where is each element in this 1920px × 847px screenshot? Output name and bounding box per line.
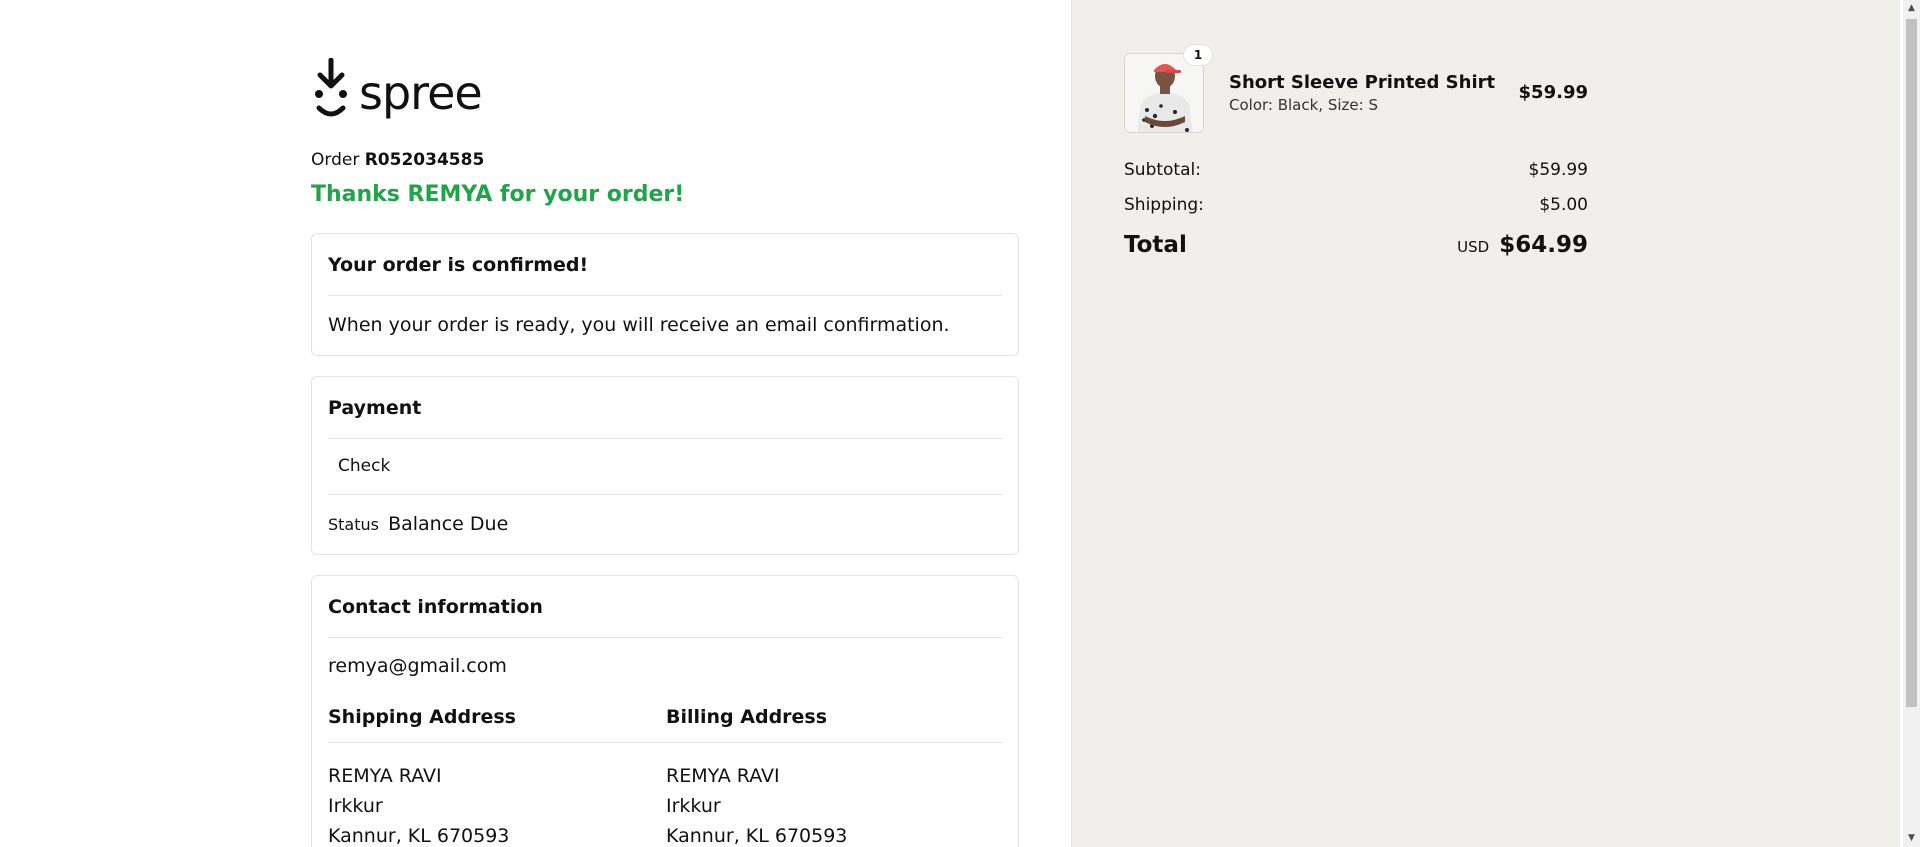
product-variant: Color: Black, Size: S (1229, 96, 1378, 114)
order-number: R052034585 (364, 150, 485, 170)
contact-email: remya@gmail.com (328, 655, 507, 677)
quantity-badge: 1 (1183, 44, 1213, 66)
total-currency: USD (1457, 238, 1490, 256)
order-prefix: Order (311, 150, 360, 170)
billing-address-title: Billing Address (666, 706, 828, 728)
checkout-main-panel: spree Order R052034585 Thanks REMYA for … (0, 0, 1071, 847)
product-price: $59.99 (1518, 82, 1588, 103)
confirmed-title: Your order is confirmed! (328, 254, 589, 276)
subtotal-label: Subtotal: (1124, 160, 1201, 180)
total-label: Total (1124, 232, 1187, 258)
divider (328, 438, 1002, 439)
product-name: Short Sleeve Printed Shirt (1229, 72, 1496, 93)
thank-you-heading: Thanks REMYA for your order! (311, 182, 685, 207)
divider (328, 494, 1002, 495)
shipping-label: Shipping: (1124, 195, 1204, 215)
total-row: Total USD $64.99 (1124, 232, 1588, 258)
divider (328, 295, 1002, 296)
billing-name: REMYA RAVI (666, 765, 780, 787)
divider (328, 742, 1002, 743)
payment-status-label: Status (328, 515, 379, 534)
billing-line: Irkkur (666, 795, 721, 817)
divider (328, 637, 1002, 638)
spree-logo[interactable]: spree (311, 58, 483, 122)
payment-status-value: Balance Due (388, 513, 509, 535)
scroll-down-arrow-icon[interactable]: ▼ (1903, 830, 1920, 847)
shipping-city: Kannur, KL 670593 (328, 825, 510, 847)
billing-city: Kannur, KL 670593 (666, 825, 848, 847)
spree-logo-icon (315, 58, 347, 117)
shipping-row: Shipping: $5.00 (1124, 195, 1588, 215)
subtotal-value: $59.99 (1528, 160, 1588, 180)
page-scrollbar[interactable]: ▲ ▼ (1903, 0, 1920, 847)
contact-title: Contact information (328, 596, 543, 618)
shipping-line: Irkkur (328, 795, 383, 817)
total-amount-group: USD $64.99 (1457, 232, 1588, 258)
payment-status: Status Balance Due (328, 513, 508, 535)
payment-title: Payment (328, 397, 422, 419)
confirmed-message: When your order is ready, you will recei… (328, 314, 950, 336)
shipping-address-title: Shipping Address (328, 706, 516, 728)
order-confirmed-card: Your order is confirmed! When your order… (311, 233, 1019, 356)
shipping-name: REMYA RAVI (328, 765, 442, 787)
total-value: $64.99 (1499, 232, 1588, 258)
logo-text: spree (359, 66, 483, 120)
payment-method: Check (338, 456, 391, 476)
shipping-address: REMYA RAVI Irkkur Kannur, KL 670593 (328, 761, 509, 847)
shipping-value: $5.00 (1539, 195, 1588, 215)
scroll-up-arrow-icon[interactable]: ▲ (1903, 0, 1920, 17)
billing-address: REMYA RAVI Irkkur Kannur, KL 670593 (666, 761, 847, 847)
subtotal-row: Subtotal: $59.99 (1124, 160, 1588, 180)
scrollbar-thumb[interactable] (1906, 19, 1917, 707)
order-number-line: Order R052034585 (311, 150, 484, 170)
payment-card: Payment Check Status Balance Due (311, 376, 1019, 555)
contact-information-card: Contact information remya@gmail.com Ship… (311, 575, 1019, 847)
